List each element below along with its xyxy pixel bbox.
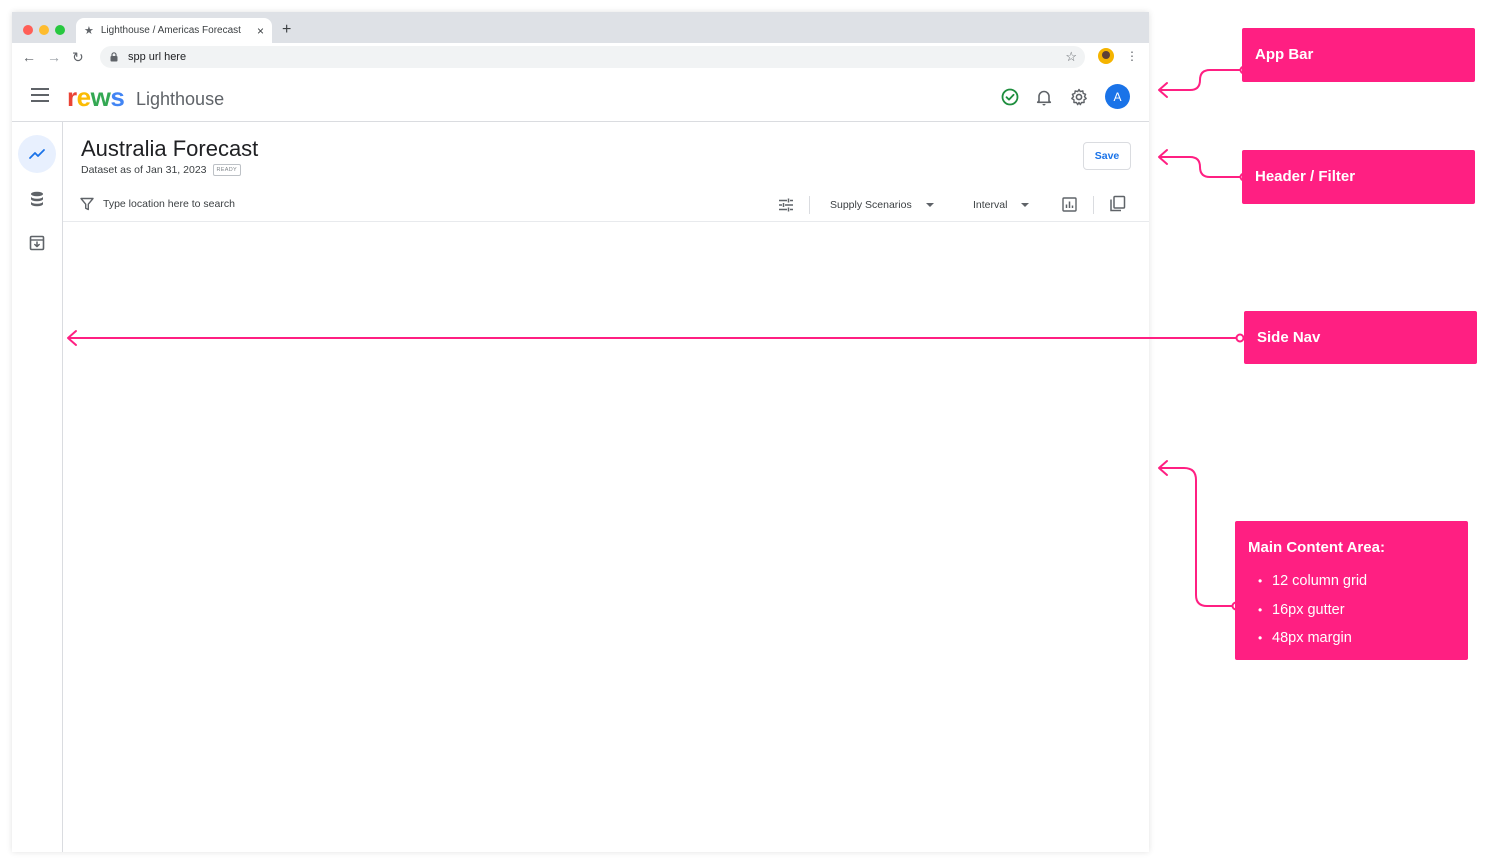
annotation-bullet: 48px margin	[1248, 624, 1455, 653]
filter-icon	[80, 197, 94, 211]
app-bar: rews Lighthouse A	[12, 72, 1149, 122]
bookmark-star-icon[interactable]: ☆	[1065, 49, 1077, 65]
annotation-main-bullets: 12 column grid 16px gutter 48px margin	[1248, 567, 1455, 653]
caret-down-icon	[925, 203, 934, 207]
user-avatar[interactable]: A	[1105, 84, 1130, 109]
side-nav	[12, 122, 63, 852]
browser-tab[interactable]: ★ Lighthouse / Americas Forecast ×	[76, 18, 272, 43]
filter-divider	[1093, 196, 1094, 214]
search-input[interactable]	[103, 195, 403, 213]
status-badge: READY	[212, 164, 241, 176]
browser-window: ★ Lighthouse / Americas Forecast × + ← →…	[12, 12, 1149, 852]
lock-icon	[110, 52, 118, 62]
rews-logo[interactable]: rews	[67, 81, 125, 113]
check-circle-icon[interactable]	[1000, 87, 1020, 107]
archive-download-icon	[29, 235, 45, 251]
reload-icon[interactable]: ↻	[72, 48, 84, 66]
bell-icon[interactable]	[1034, 87, 1054, 107]
sidenav-item-data[interactable]	[18, 180, 56, 218]
sidenav-item-archive[interactable]	[18, 224, 56, 262]
tab-title: Lighthouse / Americas Forecast	[100, 25, 241, 36]
hamburger-menu-icon[interactable]	[31, 88, 49, 104]
supply-scenarios-dropdown[interactable]: Supply Scenarios	[830, 195, 934, 215]
page-title: Australia Forecast	[81, 136, 259, 161]
main-content-area: Australia Forecast Dataset as of Jan 31,…	[63, 122, 1149, 852]
annotation-app-bar: App Bar	[1242, 28, 1475, 82]
window-maximize-dot[interactable]	[55, 25, 65, 35]
filter-bar: Supply Scenarios Interval	[63, 188, 1149, 222]
annotation-side-nav: Side Nav	[1244, 311, 1477, 364]
tune-icon[interactable]	[778, 197, 794, 213]
annotation-bullet: 16px gutter	[1248, 596, 1455, 625]
database-icon	[31, 191, 43, 207]
app-name: Lighthouse	[136, 89, 225, 109]
interval-dropdown[interactable]: Interval	[973, 195, 1030, 215]
annotation-main-title: Main Content Area:	[1248, 539, 1385, 556]
back-arrow-icon[interactable]: ←	[22, 48, 36, 66]
dataset-info: Dataset as of Jan 31, 2023 READY	[81, 164, 241, 176]
interval-label: Interval	[973, 199, 1008, 211]
filter-divider	[809, 196, 810, 214]
browser-toolbar: ← → ↻ spp url here ☆ ⋮	[12, 43, 1149, 72]
trending-line-icon	[29, 149, 45, 159]
address-bar[interactable]: spp url here ☆	[100, 46, 1085, 68]
tab-strip: ★ Lighthouse / Americas Forecast × +	[12, 12, 1149, 43]
bar-chart-icon[interactable]	[1062, 197, 1077, 212]
gear-icon[interactable]	[1069, 87, 1089, 107]
dataset-label: Dataset as of Jan 31, 2023	[81, 164, 207, 176]
save-button[interactable]: Save	[1083, 142, 1131, 170]
copy-icon[interactable]	[1109, 195, 1126, 212]
browser-menu-icon[interactable]: ⋮	[1126, 48, 1138, 64]
close-icon[interactable]: ×	[257, 24, 264, 38]
sidenav-item-forecast[interactable]	[18, 135, 56, 173]
browser-profile-avatar[interactable]	[1098, 48, 1114, 64]
annotation-header-filter: Header / Filter	[1242, 150, 1475, 204]
annotation-bullet: 12 column grid	[1248, 567, 1455, 596]
forward-arrow-icon[interactable]: →	[47, 48, 61, 66]
caret-down-icon	[1021, 203, 1030, 207]
annotation-main-content: Main Content Area: 12 column grid 16px g…	[1235, 521, 1468, 660]
url-text[interactable]: spp url here	[128, 51, 1065, 63]
window-minimize-dot[interactable]	[39, 25, 49, 35]
supply-scenarios-label: Supply Scenarios	[830, 199, 912, 211]
stage: ★ Lighthouse / Americas Forecast × + ← →…	[0, 0, 1487, 867]
window-close-dot[interactable]	[23, 25, 33, 35]
star-icon: ★	[84, 25, 94, 37]
new-tab-icon[interactable]: +	[282, 20, 291, 40]
